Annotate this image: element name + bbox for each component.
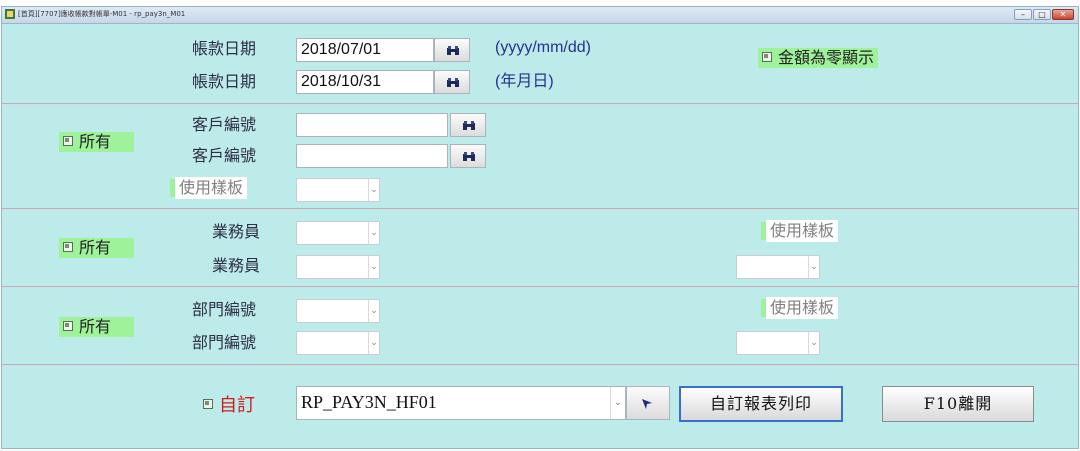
app-icon — [5, 9, 15, 19]
customer-to-label: 客戶編號 — [192, 146, 257, 165]
title-bar: [首頁][7707]應收帳款對帳單-M01 - rp_pay3n_M01 – □… — [2, 7, 1078, 24]
report-template-picker-button[interactable] — [626, 386, 670, 420]
dept-to-select[interactable]: ⌄ — [296, 331, 380, 355]
custom-report-label: 自訂 — [219, 395, 255, 416]
checkbox-icon — [762, 52, 772, 62]
date-format-hint: (yyyy/mm/dd) — [495, 39, 591, 56]
maximize-button[interactable]: □ — [1033, 9, 1051, 20]
customer-all-checkbox[interactable]: 所有 — [59, 132, 134, 152]
checkbox-icon — [63, 242, 73, 252]
customer-to-picker-button[interactable] — [450, 144, 486, 168]
chevron-down-icon: ⌄ — [368, 256, 379, 278]
customer-from-label: 客戶編號 — [192, 115, 257, 134]
window-title: [首頁][7707]應收帳款對帳單-M01 - rp_pay3n_M01 — [18, 10, 186, 18]
minimize-icon: – — [1021, 10, 1025, 19]
sales-to-select[interactable]: ⌄ — [296, 255, 380, 279]
date-from-picker-button[interactable] — [434, 38, 470, 62]
customer-all-label: 所有 — [79, 132, 112, 151]
section-divider — [2, 286, 1078, 288]
date-to-input[interactable]: 2018/10/31 — [296, 70, 434, 94]
zero-amount-label: 金額為零顯示 — [778, 48, 875, 67]
sales-all-label: 所有 — [79, 238, 112, 257]
chevron-down-icon: ⌄ — [368, 332, 379, 354]
chevron-down-icon: ⌄ — [610, 387, 625, 419]
section-divider — [2, 208, 1078, 210]
customer-to-input[interactable] — [296, 144, 448, 168]
checkbox-icon — [63, 136, 73, 146]
chevron-down-icon: ⌄ — [808, 332, 819, 354]
customer-from-picker-button[interactable] — [450, 113, 486, 137]
close-button[interactable]: ✕ — [1052, 9, 1074, 20]
date-from-input[interactable]: 2018/07/01 — [296, 38, 434, 62]
close-icon: ✕ — [1059, 10, 1067, 19]
dept-all-label: 所有 — [79, 317, 112, 336]
sales-template-checkbox[interactable]: 使用樣板 — [760, 220, 839, 242]
custom-report-checkbox[interactable]: 自訂 — [203, 395, 255, 417]
zero-amount-checkbox[interactable]: 金額為零顯示 — [758, 48, 879, 68]
chevron-down-icon: ⌄ — [808, 256, 819, 278]
sales-from-label: 業務員 — [212, 222, 261, 241]
chevron-down-icon: ⌄ — [368, 222, 379, 244]
sales-all-checkbox[interactable]: 所有 — [59, 238, 134, 258]
report-window: [首頁][7707]應收帳款對帳單-M01 - rp_pay3n_M01 – □… — [1, 6, 1079, 449]
date-from-label: 帳款日期 — [192, 39, 257, 58]
checkbox-icon — [63, 321, 73, 331]
section-divider — [2, 364, 1078, 366]
binoculars-icon — [463, 152, 475, 161]
customer-template-checkbox[interactable]: 使用樣板 — [169, 177, 248, 199]
binoculars-icon — [463, 121, 475, 130]
customer-from-input[interactable] — [296, 113, 448, 137]
print-custom-report-button[interactable]: 自訂報表列印 — [679, 386, 843, 422]
dept-to-label: 部門編號 — [192, 333, 257, 352]
customer-template-select[interactable]: ⌄ — [296, 178, 380, 202]
report-template-select[interactable]: RP_PAY3N_HF01 ⌄ — [296, 386, 626, 420]
dept-template-select[interactable]: ⌄ — [736, 331, 820, 355]
sales-to-label: 業務員 — [212, 256, 261, 275]
section-divider — [2, 103, 1078, 105]
date-to-picker-button[interactable] — [434, 70, 470, 94]
exit-button[interactable]: F10離開 — [882, 386, 1034, 422]
chevron-down-icon: ⌄ — [368, 300, 379, 322]
dept-template-checkbox[interactable]: 使用樣板 — [760, 297, 839, 319]
chevron-down-icon: ⌄ — [368, 179, 379, 201]
dept-from-label: 部門編號 — [192, 300, 257, 319]
date-ymd-hint: (年月日) — [495, 73, 554, 90]
checkbox-icon — [203, 399, 213, 409]
date-to-label: 帳款日期 — [192, 72, 257, 91]
dept-all-checkbox[interactable]: 所有 — [59, 317, 134, 337]
binoculars-icon — [447, 46, 459, 55]
sales-from-select[interactable]: ⌄ — [296, 221, 380, 245]
maximize-icon: □ — [1038, 10, 1046, 19]
minimize-button[interactable]: – — [1014, 9, 1032, 20]
cursor-icon — [642, 399, 652, 409]
dept-from-select[interactable]: ⌄ — [296, 299, 380, 323]
binoculars-icon — [447, 78, 459, 87]
report-template-value: RP_PAY3N_HF01 — [301, 392, 437, 412]
sales-template-select[interactable]: ⌄ — [736, 255, 820, 279]
